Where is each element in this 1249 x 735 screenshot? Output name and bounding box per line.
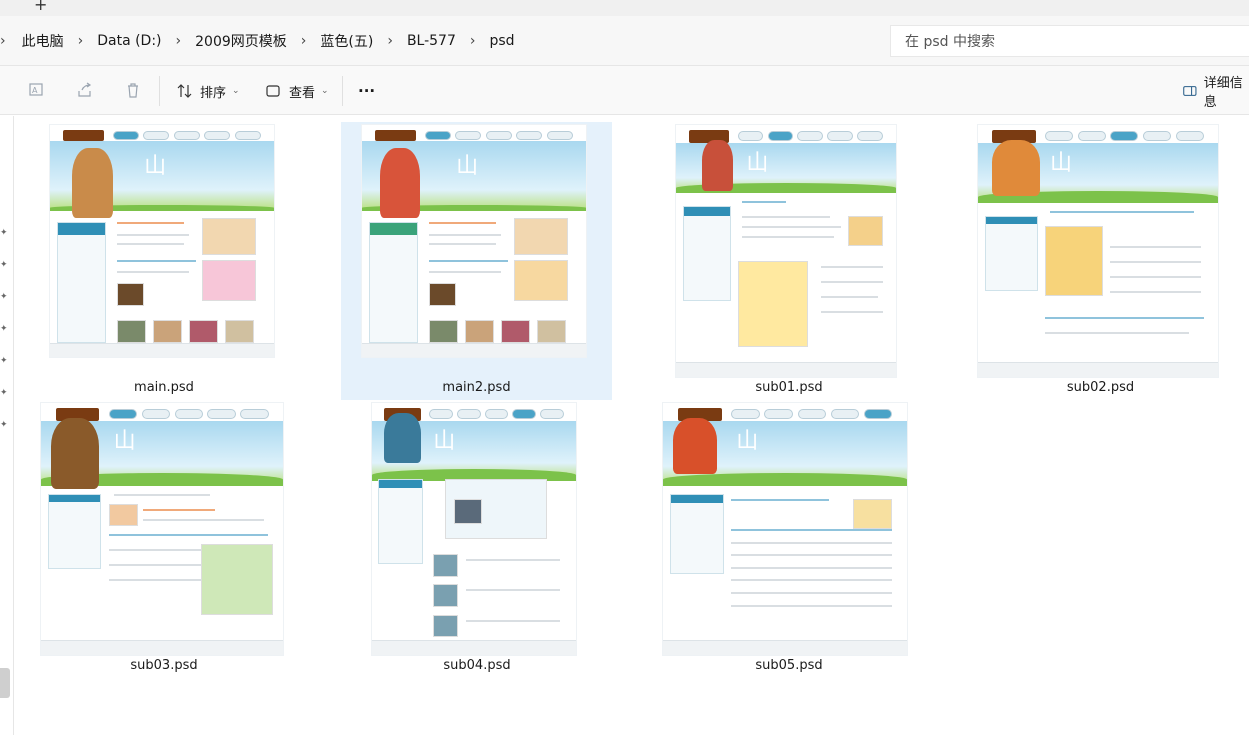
details-pane-button[interactable]: 详细信息 xyxy=(1182,76,1249,110)
breadcrumb-separator[interactable]: › xyxy=(162,33,196,49)
search-input[interactable]: 在 psd 中搜索 xyxy=(890,25,1249,57)
sort-button[interactable]: 排序 ⌄ xyxy=(176,78,240,104)
file-thumbnail: 山 xyxy=(371,402,577,656)
sort-label: 排序 xyxy=(200,85,227,101)
navigation-pane[interactable]: ✦ ✦ ✦ ✦ ✦ ✦ ✦ xyxy=(0,116,14,735)
breadcrumb-item-data-drive[interactable]: Data (D:) xyxy=(97,33,161,49)
sort-icon xyxy=(177,84,192,98)
delete-icon[interactable] xyxy=(123,80,143,100)
toolbar-divider xyxy=(342,76,343,106)
breadcrumb-item-psd[interactable]: psd xyxy=(489,33,514,49)
details-pane-icon xyxy=(1183,86,1197,96)
rename-icon[interactable]: A xyxy=(27,80,47,100)
file-name: sub02.psd xyxy=(1066,380,1135,395)
breadcrumb-separator[interactable]: › xyxy=(287,33,321,49)
file-thumbnail: 山 xyxy=(49,124,275,358)
file-name: sub04.psd xyxy=(443,658,511,673)
chevron-down-icon: ⌄ xyxy=(232,86,240,96)
file-name: sub01.psd xyxy=(755,380,823,395)
new-tab-button[interactable]: + xyxy=(34,0,47,14)
tab-strip: + xyxy=(0,0,1249,16)
breadcrumb-item-this-pc[interactable]: 此电脑 xyxy=(22,31,64,51)
pin-icon[interactable]: ✦ xyxy=(0,356,8,366)
file-name: main2.psd xyxy=(442,380,511,395)
breadcrumb: › 此电脑 › Data (D:) › 2009网页模板 › 蓝色(五) › B… xyxy=(0,16,515,66)
share-icon[interactable] xyxy=(75,80,95,100)
active-tab[interactable] xyxy=(0,0,1249,16)
more-options-button[interactable]: ··· xyxy=(358,78,375,104)
toolbar-divider xyxy=(159,76,160,106)
file-tile[interactable]: 山 sub03.psd xyxy=(34,400,294,676)
file-thumbnail: 山 xyxy=(675,124,897,378)
breadcrumb-item-templates[interactable]: 2009网页模板 xyxy=(195,31,287,51)
file-tile-selected[interactable]: 山 main2.psd xyxy=(341,122,612,400)
chevron-down-icon: ⌄ xyxy=(321,86,329,96)
view-icon xyxy=(266,85,280,97)
file-tile[interactable]: 山 main.psd xyxy=(34,122,294,398)
pin-icon[interactable]: ✦ xyxy=(0,228,8,238)
address-bar: › 此电脑 › Data (D:) › 2009网页模板 › 蓝色(五) › B… xyxy=(0,16,1249,66)
breadcrumb-separator[interactable]: › xyxy=(456,33,490,49)
view-button[interactable]: 查看 ⌄ xyxy=(265,78,329,104)
pin-icon[interactable]: ✦ xyxy=(0,324,8,334)
file-grid: 山 main.psd 山 main2.psd 山 sub01.psd 山 sub… xyxy=(15,116,1249,735)
file-thumbnail: 山 xyxy=(40,402,284,656)
pin-icon[interactable]: ✦ xyxy=(0,260,8,270)
file-thumbnail: 山 xyxy=(977,124,1219,378)
command-bar: A 排序 ⌄ 查看 ⌄ ··· 详细信息 xyxy=(0,66,1249,115)
breadcrumb-item-bl577[interactable]: BL-577 xyxy=(407,33,456,49)
pin-icon[interactable]: ✦ xyxy=(0,420,8,430)
file-name: sub05.psd xyxy=(755,658,823,673)
file-tile[interactable]: 山 sub04.psd xyxy=(347,400,607,676)
view-label: 查看 xyxy=(289,85,316,101)
breadcrumb-item-blue-five[interactable]: 蓝色(五) xyxy=(320,31,373,51)
file-thumbnail: 山 xyxy=(662,402,908,656)
nav-scrollbar-thumb[interactable] xyxy=(0,668,10,698)
file-name: sub03.psd xyxy=(130,658,198,673)
breadcrumb-root-chevron[interactable]: › xyxy=(0,33,22,49)
file-tile[interactable]: 山 sub01.psd xyxy=(655,122,923,398)
breadcrumb-separator[interactable]: › xyxy=(64,33,98,49)
svg-text:A: A xyxy=(32,86,38,95)
pin-icon[interactable]: ✦ xyxy=(0,388,8,398)
file-name: main.psd xyxy=(134,380,194,395)
breadcrumb-separator[interactable]: › xyxy=(373,33,407,49)
pin-icon[interactable]: ✦ xyxy=(0,292,8,302)
details-label: 详细信息 xyxy=(1203,76,1243,110)
file-tile[interactable]: 山 sub02.psd xyxy=(968,122,1233,398)
file-thumbnail: 山 xyxy=(361,124,587,358)
file-tile[interactable]: 山 sub05.psd xyxy=(655,400,923,676)
